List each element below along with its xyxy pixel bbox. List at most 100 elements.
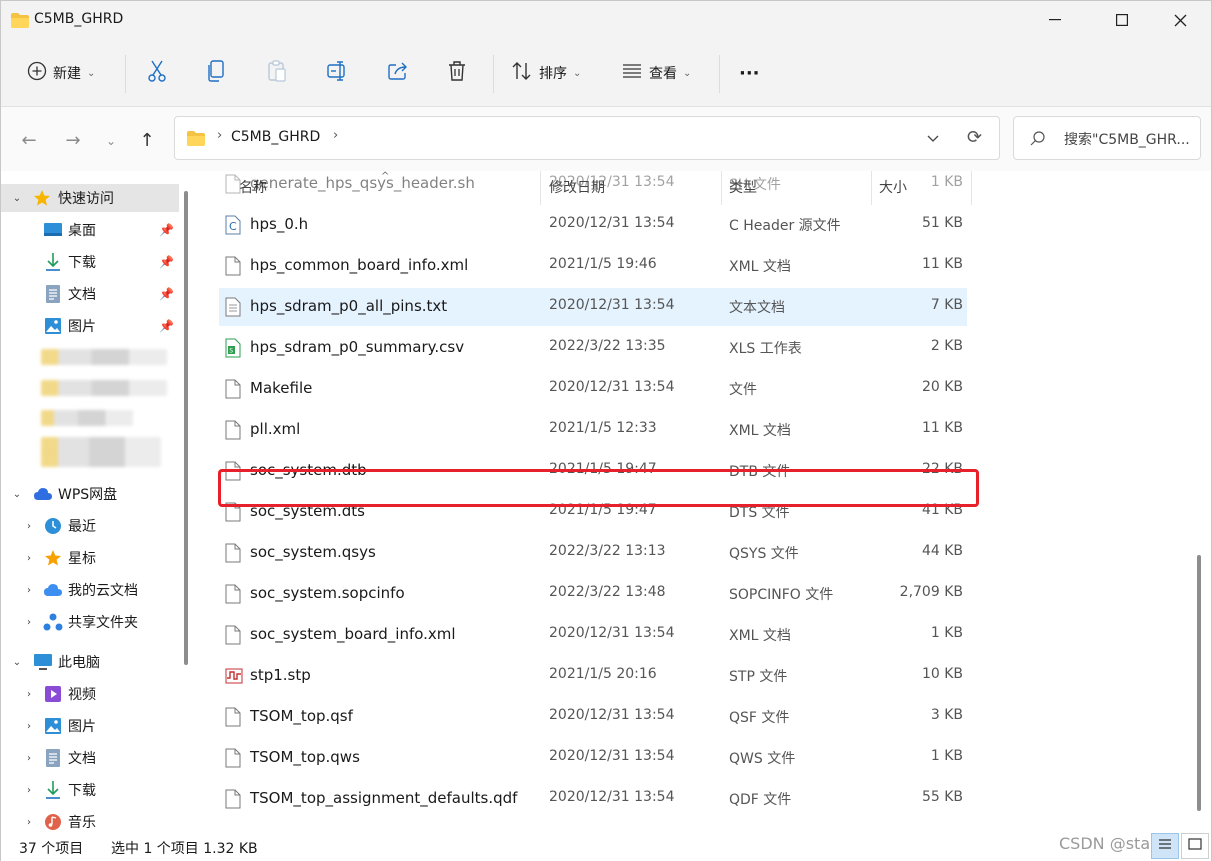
file-row[interactable]: TSOM_top.qws 2020/12/31 13:54 QWS 文件 1 KB xyxy=(219,739,967,777)
refresh-icon[interactable]: ⟳ xyxy=(967,127,982,148)
file-row[interactable]: hps_common_board_info.xml 2021/1/5 19:46 X… xyxy=(219,247,967,285)
pin-icon[interactable]: 📌 xyxy=(159,255,174,269)
pin-icon[interactable]: 📌 xyxy=(159,319,174,333)
sidebar-item-documents[interactable]: 文档 📌 xyxy=(1,280,179,308)
sidebar-label: WPS网盘 xyxy=(58,487,118,503)
sidebar-item-this-pc[interactable]: ⌄ 此电脑 xyxy=(1,648,179,676)
sidebar-item-pc-pictures[interactable]: › 图片 xyxy=(1,712,179,740)
sidebar-item-my-cloud[interactable]: › 我的云文档 xyxy=(1,576,179,604)
ellipsis-icon: ··· xyxy=(739,62,760,84)
sidebar-item-videos[interactable]: › 视频 xyxy=(1,680,179,708)
file-row[interactable]: Makefile 2020/12/31 13:54 文件 20 KB xyxy=(219,370,967,408)
file-list: ^ 名称 修改日期 类型 大小 generate_hps_qsys_header… xyxy=(197,171,1211,833)
new-button[interactable]: 新建 ⌄ xyxy=(27,53,95,93)
rename-button[interactable] xyxy=(327,53,349,93)
chevron-right-icon[interactable]: › xyxy=(23,721,35,732)
star-icon xyxy=(33,189,51,207)
chevron-right-icon[interactable]: › xyxy=(23,585,35,596)
window-title: C5MB_GHRD xyxy=(34,11,124,27)
list-view-icon xyxy=(621,63,643,83)
chevron-down-icon[interactable]: ⌄ xyxy=(11,193,23,204)
delete-button[interactable] xyxy=(447,53,467,93)
file-row[interactable]: soc_system.qsys 2022/3/22 13:13 QSYS 文件 44 … xyxy=(219,534,967,572)
view-button[interactable]: 查看 ⌄ xyxy=(621,53,691,93)
chevron-down-icon[interactable]: ⌄ xyxy=(11,657,23,668)
sidebar-item-quick-access[interactable]: ⌄ 快速访问 xyxy=(1,184,179,212)
share-button[interactable] xyxy=(387,53,409,93)
recent-locations-chevron-icon[interactable]: ⌄ xyxy=(99,129,123,153)
file-row[interactable]: Chps_0.h 2020/12/31 13:54 C Header 源文件 51 K… xyxy=(219,206,967,244)
file-row[interactable]: soc_system.sopcinfo 2022/3/22 13:48 SOPCIN… xyxy=(219,575,967,613)
file-row[interactable]: generate_hps_qsys_header.sh 2020/12/31 13… xyxy=(219,171,967,203)
chevron-down-icon: ⌄ xyxy=(573,67,582,79)
pin-icon[interactable]: 📌 xyxy=(159,223,174,237)
file-size: 11 KB xyxy=(921,256,963,272)
redacted-item xyxy=(41,437,161,467)
music-icon xyxy=(44,813,62,831)
address-dropdown-icon[interactable] xyxy=(927,131,939,147)
copy-button[interactable] xyxy=(207,53,225,93)
minimize-button[interactable] xyxy=(1031,1,1079,39)
item-count: 37 个项目 xyxy=(19,841,84,857)
file-list-scrollbar[interactable] xyxy=(1197,555,1201,811)
file-row[interactable]: TSOM_top_assignment_defaults.qdf 2020/12/… xyxy=(219,780,967,818)
sort-button[interactable]: 排序 ⌄ xyxy=(511,53,581,93)
address-bar[interactable]: › C5MB_GHRD › ⟳ xyxy=(174,116,1000,160)
stp-icon xyxy=(225,666,243,686)
file-icon xyxy=(225,543,241,563)
sidebar-item-desktop[interactable]: 桌面 📌 xyxy=(1,216,179,244)
sidebar-item-music[interactable]: › 音乐 xyxy=(1,808,179,833)
details-view-button[interactable] xyxy=(1151,833,1179,859)
forward-arrow-icon[interactable]: → xyxy=(61,129,85,153)
pin-icon[interactable]: 📌 xyxy=(159,287,174,301)
sidebar-item-shared[interactable]: › 共享文件夹 xyxy=(1,608,179,636)
sidebar-item-pictures[interactable]: 图片 📌 xyxy=(1,312,179,340)
tiles-view-button[interactable] xyxy=(1181,833,1209,859)
back-arrow-icon[interactable]: ← xyxy=(17,129,41,153)
file-row[interactable]: stp1.stp 2021/1/5 20:16 STP 文件 10 KB xyxy=(219,657,967,695)
picture-icon xyxy=(44,717,62,735)
file-row[interactable]: pll.xml 2021/1/5 12:33 XML 文档 11 KB xyxy=(219,411,967,449)
sidebar-item-pc-downloads[interactable]: › 下载 xyxy=(1,776,179,804)
breadcrumb-separator-icon[interactable]: › xyxy=(333,128,338,143)
search-icon xyxy=(1030,130,1046,150)
sidebar-item-wps[interactable]: ⌄ WPS网盘 xyxy=(1,480,179,508)
paste-button[interactable] xyxy=(267,53,287,93)
highlight-annotation xyxy=(218,469,979,507)
file-size: 55 KB xyxy=(921,789,963,805)
scissors-icon xyxy=(147,60,167,86)
chevron-right-icon[interactable]: › xyxy=(23,553,35,564)
file-date: 2020/12/31 13:54 xyxy=(549,297,675,313)
chevron-down-icon[interactable]: ⌄ xyxy=(11,489,23,500)
sidebar-item-pc-documents[interactable]: › 文档 xyxy=(1,744,179,772)
file-row[interactable]: Shps_sdram_p0_summary.csv 2022/3/22 13:35… xyxy=(219,329,967,367)
file-type: QSYS 文件 xyxy=(729,546,799,562)
search-input[interactable]: 搜索"C5MB_GHR... xyxy=(1013,116,1201,160)
chevron-right-icon[interactable]: › xyxy=(23,689,35,700)
file-icon xyxy=(225,584,241,604)
column-divider[interactable] xyxy=(971,171,972,205)
up-arrow-icon[interactable]: ↑ xyxy=(135,129,159,153)
navigation-pane: ⌄ 快速访问 桌面 📌 下载 📌 文档 📌 图片 📌 ⌄ WPS网盘 › 最近 … xyxy=(1,171,191,833)
more-options-button[interactable]: ··· xyxy=(739,53,760,93)
sidebar-item-starred[interactable]: › 星标 xyxy=(1,544,179,572)
file-row[interactable]: soc_system_board_info.xml 2020/12/31 13:5… xyxy=(219,616,967,654)
file-icon xyxy=(225,174,241,194)
maximize-button[interactable] xyxy=(1098,1,1146,39)
sidebar-item-downloads[interactable]: 下载 📌 xyxy=(1,248,179,276)
file-row[interactable]: TSOM_top.qsf 2020/12/31 13:54 QSF 文件 3 KB xyxy=(219,698,967,736)
close-button[interactable] xyxy=(1156,1,1204,39)
chevron-right-icon[interactable]: › xyxy=(23,817,35,828)
chevron-right-icon[interactable]: › xyxy=(23,753,35,764)
sidebar-scrollbar[interactable] xyxy=(184,191,188,665)
chevron-right-icon[interactable]: › xyxy=(23,521,35,532)
file-row[interactable]: hps_sdram_p0_all_pins.txt 2020/12/31 13:5… xyxy=(219,288,967,326)
breadcrumb-folder[interactable]: C5MB_GHRD xyxy=(231,129,320,145)
file-name: generate_hps_qsys_header.sh xyxy=(250,174,475,192)
cut-button[interactable] xyxy=(147,53,167,93)
chevron-right-icon[interactable]: › xyxy=(23,785,35,796)
sidebar-item-recent[interactable]: › 最近 xyxy=(1,512,179,540)
chevron-right-icon[interactable]: › xyxy=(23,617,35,628)
breadcrumb-separator-icon[interactable]: › xyxy=(217,128,222,143)
computer-icon xyxy=(33,653,52,671)
